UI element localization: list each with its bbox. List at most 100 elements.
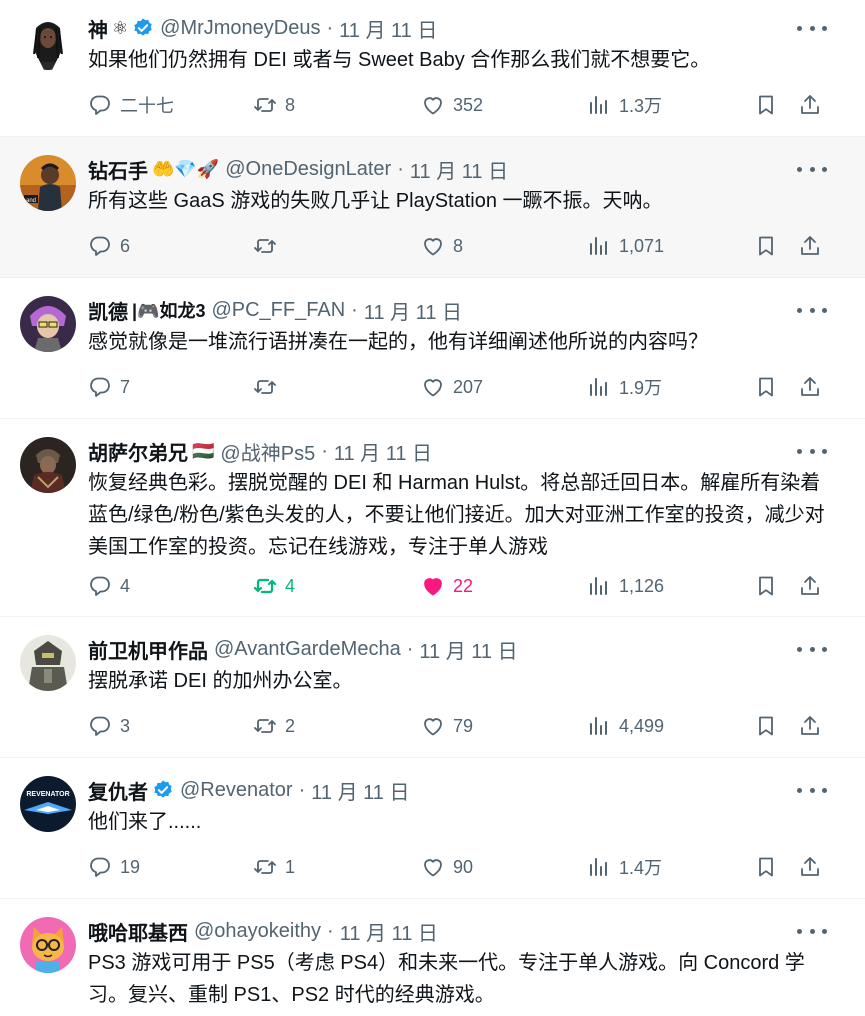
bookmark-button[interactable] [754, 231, 778, 261]
retweet-button[interactable] [253, 231, 285, 261]
action-bar: 19 1 90 1.4万 [88, 852, 828, 882]
separator-dot: · [327, 919, 334, 942]
retweet-button[interactable]: 2 [253, 711, 295, 741]
action-bar: 二十七 8 352 1.3万 [88, 90, 828, 120]
verified-badge-icon [134, 18, 152, 36]
share-button[interactable] [798, 852, 822, 882]
more-options-icon[interactable] [797, 780, 827, 800]
avatar[interactable] [20, 437, 76, 493]
retweet-button[interactable] [253, 372, 285, 402]
reply-count: 3 [120, 715, 131, 736]
bookmark-button[interactable] [754, 372, 778, 402]
views-button[interactable]: 1.3万 [587, 90, 662, 120]
reply-button[interactable]: 二十七 [88, 90, 174, 120]
display-name[interactable]: 复仇者 [88, 776, 148, 805]
user-handle[interactable]: @OneDesignLater [225, 158, 391, 181]
more-options-icon[interactable] [797, 441, 827, 461]
timestamp[interactable]: 11 月 11 日 [311, 776, 409, 805]
like-button[interactable]: 352 [421, 90, 483, 120]
display-name[interactable]: 哦哈耶基西 [88, 917, 188, 946]
display-name[interactable]: 钻石手 [88, 155, 148, 184]
tweet[interactable]: 凯德 |🎮如龙3 @PC_FF_FAN · 11 月 11 日 感觉就像是一堆流… [0, 278, 865, 419]
timestamp[interactable]: 11 月 11 日 [364, 296, 462, 325]
tweet[interactable]: REVENATOR 复仇者 @Revenator · 11 月 11 日 他们来… [0, 758, 865, 899]
more-options-icon[interactable] [797, 300, 827, 320]
more-options-icon[interactable] [797, 921, 827, 941]
reply-count: 4 [120, 575, 131, 596]
avatar[interactable] [20, 14, 76, 70]
retweet-button[interactable]: 1 [253, 852, 295, 882]
bookmark-button[interactable] [754, 711, 778, 741]
bookmark-button[interactable] [754, 90, 778, 120]
tweet[interactable]: 哦哈耶基西 @ohayokeithy · 11 月 11 日 PS3 游戏可用于… [0, 899, 865, 1016]
reply-button[interactable]: 4 [88, 571, 130, 601]
like-button[interactable]: 8 [421, 231, 463, 261]
more-options-icon[interactable] [797, 639, 827, 659]
reply-count: 6 [120, 235, 131, 256]
bookmark-icon [759, 857, 773, 877]
display-name[interactable]: 凯德 [88, 296, 128, 325]
like-button[interactable]: 90 [421, 852, 473, 882]
like-button[interactable]: 207 [421, 372, 483, 402]
analytics-icon [590, 717, 607, 735]
like-button[interactable]: 79 [421, 711, 473, 741]
views-button[interactable]: 1,071 [587, 231, 664, 261]
view-count: 1.4万 [619, 858, 663, 878]
retweet-icon [254, 860, 276, 874]
timestamp[interactable]: 11 月 11 日 [334, 437, 432, 466]
bookmark-button[interactable] [754, 852, 778, 882]
timestamp[interactable]: 11 月 11 日 [339, 14, 437, 43]
user-handle[interactable]: @ohayokeithy [194, 920, 321, 943]
share-button[interactable] [798, 90, 822, 120]
avatar[interactable] [20, 635, 76, 691]
like-button[interactable]: 22 [421, 571, 473, 601]
timestamp[interactable]: 11 月 11 日 [419, 635, 517, 664]
retweet-icon [254, 380, 276, 394]
avatar[interactable] [20, 296, 76, 352]
avatar[interactable] [20, 917, 76, 973]
display-name[interactable]: 胡萨尔弟兄 [88, 437, 188, 466]
reply-icon [90, 716, 110, 736]
display-name[interactable]: 神 [88, 14, 108, 43]
tweet[interactable]: and 钻石手 🤲💎🚀 @OneDesignLater · 11 月 11 日 … [0, 137, 865, 278]
reply-button[interactable]: 3 [88, 711, 130, 741]
views-button[interactable]: 1.9万 [587, 372, 662, 402]
views-button[interactable]: 1,126 [587, 571, 664, 601]
user-handle[interactable]: @PC_FF_FAN [211, 299, 345, 322]
timestamp[interactable]: 11 月 11 日 [340, 917, 438, 946]
heart-icon [424, 379, 442, 397]
reply-button[interactable]: 19 [88, 852, 140, 882]
views-button[interactable]: 1.4万 [587, 852, 662, 882]
share-button[interactable] [798, 711, 822, 741]
share-icon [801, 716, 819, 735]
avatar[interactable]: and [20, 155, 76, 211]
share-button[interactable] [798, 231, 822, 261]
tweet-text: PS3 游戏可用于 PS5（考虑 PS4）和未来一代。专注于单人游戏。向 Con… [88, 952, 805, 1006]
more-options-icon[interactable] [797, 159, 827, 179]
display-name[interactable]: 前卫机甲作品 [88, 635, 208, 664]
tweet[interactable]: 前卫机甲作品 @AvantGardeMecha · 11 月 11 日 摆脱承诺… [0, 617, 865, 758]
action-bar: 4 4 22 1,126 [88, 571, 828, 601]
user-handle[interactable]: @MrJmoneyDeus [160, 17, 320, 40]
analytics-icon [590, 858, 607, 876]
share-icon [801, 236, 819, 255]
bookmark-button[interactable] [754, 571, 778, 601]
reply-button[interactable]: 7 [88, 372, 130, 402]
more-options-icon[interactable] [797, 18, 827, 38]
tweet[interactable]: 神 ⚛ @MrJmoneyDeus · 11 月 11 日 如果他们仍然拥有 D… [0, 0, 865, 137]
avatar[interactable]: REVENATOR [20, 776, 76, 832]
cartoon-cat-avatar-icon [20, 917, 76, 973]
retweet-button[interactable]: 8 [253, 90, 295, 120]
views-button[interactable]: 4,499 [587, 711, 664, 741]
retweet-button[interactable]: 4 [253, 571, 295, 601]
user-handle[interactable]: @AvantGardeMecha [214, 638, 401, 661]
revenator-logo-avatar-icon: REVENATOR [20, 776, 76, 832]
reply-button[interactable]: 6 [88, 231, 130, 261]
like-count: 352 [453, 94, 484, 115]
tweet[interactable]: 胡萨尔弟兄 🇭🇺 @战神Ps5 · 11 月 11 日 恢复经典色彩。摆脱觉醒的… [0, 419, 865, 617]
user-handle[interactable]: @Revenator [180, 779, 293, 802]
user-handle[interactable]: @战神Ps5 [220, 437, 315, 466]
share-button[interactable] [798, 372, 822, 402]
share-button[interactable] [798, 571, 822, 601]
timestamp[interactable]: 11 月 11 日 [410, 155, 508, 184]
